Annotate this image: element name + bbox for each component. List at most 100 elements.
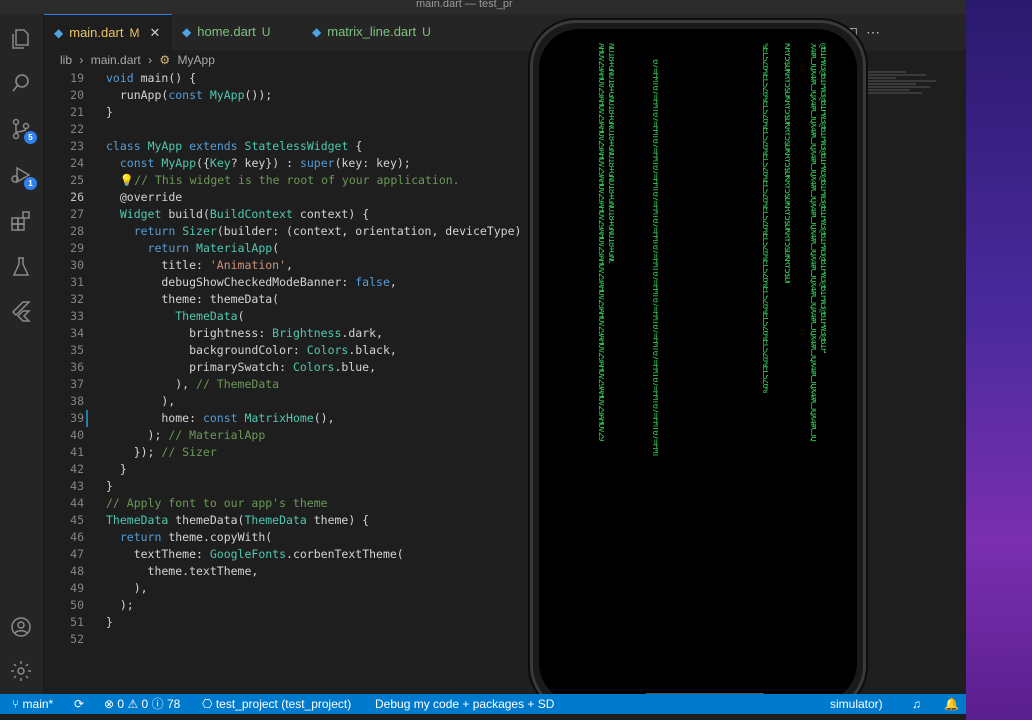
settings-gear-icon[interactable] <box>8 658 34 684</box>
code-line[interactable]: }); // Sizer <box>106 444 535 461</box>
line-number: 31 <box>70 275 84 289</box>
line-number: 19 <box>70 71 84 85</box>
line-number: 52 <box>70 632 84 646</box>
code-area[interactable]: void main() { runApp(const MyApp());} cla… <box>106 70 535 648</box>
minimap[interactable] <box>866 70 956 190</box>
dart-file-icon: ◆ <box>182 25 192 39</box>
line-number: 35 <box>70 343 84 357</box>
notifications-icon[interactable]: 🔔 <box>944 694 959 714</box>
breadcrumb-folder[interactable]: lib <box>60 53 72 67</box>
code-line[interactable]: ), <box>106 580 535 597</box>
code-line[interactable]: textTheme: GoogleFonts.corbenTextTheme( <box>106 546 535 563</box>
breadcrumb-symbol[interactable]: MyApp <box>178 53 215 67</box>
code-line[interactable]: ), <box>106 393 535 410</box>
debug-badge: 1 <box>24 177 37 190</box>
matrix-rain-column: AHOV29AHOV29AHOV29AHOV29AHOV29AHOV29AHOV… <box>597 43 604 441</box>
branch-name: main* <box>22 697 54 711</box>
line-number: 30 <box>70 258 84 272</box>
search-icon[interactable] <box>8 70 34 96</box>
status-bar: ⑂ main* ⟳ ⊗ 0 ⚠ 0 ⓘ 78 ⎔ test_project (t… <box>0 694 966 714</box>
line-number: 48 <box>70 564 84 578</box>
line-number: 24 <box>70 156 84 170</box>
code-line[interactable]: } <box>106 478 535 495</box>
code-line[interactable]: 💡// This widget is the root of your appl… <box>106 172 535 189</box>
line-number: 39 <box>70 411 84 425</box>
more-actions-icon[interactable]: ⋯ <box>866 24 880 41</box>
tab-main-dart[interactable]: ◆ main.dart M ✕ <box>44 14 173 51</box>
branch-indicator[interactable]: ⑂ main* <box>12 694 53 714</box>
flutter-icon[interactable] <box>8 298 34 324</box>
source-control-icon[interactable]: 5 <box>8 116 37 144</box>
code-line[interactable]: } <box>106 104 535 121</box>
extensions-icon[interactable] <box>8 208 34 234</box>
code-line[interactable]: backgroundColor: Colors.black, <box>106 342 535 359</box>
warning-icon: ⚠ <box>127 697 139 711</box>
run-debug-icon[interactable]: 1 <box>8 162 37 190</box>
tab-matrix-line-dart[interactable]: ◆ matrix_line.dart U <box>302 14 443 50</box>
line-number: 49 <box>70 581 84 595</box>
code-line[interactable]: ); <box>106 597 535 614</box>
warning-count: 0 <box>141 697 149 711</box>
debug-mode-indicator[interactable]: Debug my code + packages + SD <box>375 694 554 714</box>
code-line[interactable]: ), // ThemeData <box>106 376 535 393</box>
tab-label: matrix_line.dart <box>327 24 417 39</box>
modified-line-marker <box>86 410 88 427</box>
simulator-screen[interactable]: AHOV29AHOV29AHOV29AHOV29AHOV29AHOV29AHOV… <box>539 29 857 703</box>
code-line[interactable]: const MyApp({Key? key}) : super(key: key… <box>106 155 535 172</box>
close-icon[interactable]: ✕ <box>149 15 160 51</box>
line-number: 20 <box>70 88 84 102</box>
code-line[interactable]: } <box>106 461 535 478</box>
sync-icon[interactable]: ⟳ <box>74 694 84 714</box>
line-number: 41 <box>70 445 84 459</box>
line-number: 43 <box>70 479 84 493</box>
device-indicator[interactable]: simulator) <box>830 694 883 714</box>
files-icon[interactable] <box>8 26 34 52</box>
problems-indicator[interactable]: ⊗ 0 ⚠ 0 ⓘ 78 <box>104 694 180 714</box>
ios-simulator: AHOV29AHOV29AHOV29AHOV29AHOV29AHOV29AHOV… <box>530 20 866 712</box>
line-number: 27 <box>70 207 84 221</box>
code-line[interactable]: // Apply font to our app's theme <box>106 495 535 512</box>
code-line[interactable]: runApp(const MyApp()); <box>106 87 535 104</box>
code-line[interactable]: Widget build(BuildContext context) { <box>106 206 535 223</box>
code-line[interactable]: class MyApp extends StatelessWidget { <box>106 138 535 155</box>
project-indicator[interactable]: ⎔ test_project (test_project) <box>202 694 351 714</box>
line-number: 22 <box>70 122 84 136</box>
window-titlebar: main.dart — test_pr <box>0 0 966 14</box>
code-line[interactable]: home: const MatrixHome(), <box>106 410 535 427</box>
code-line[interactable]: return Sizer(builder: (context, orientat… <box>106 223 536 240</box>
code-line[interactable]: ); // MaterialApp <box>106 427 535 444</box>
line-number: 25 <box>70 173 84 187</box>
code-line[interactable]: primarySwatch: Colors.blue, <box>106 359 535 376</box>
code-line[interactable] <box>106 121 535 138</box>
testing-icon[interactable] <box>8 254 34 280</box>
code-line[interactable]: title: 'Animation', <box>106 257 535 274</box>
line-number: 36 <box>70 360 84 374</box>
project-name: test_project (test_project) <box>215 697 352 711</box>
code-line[interactable]: @override <box>106 189 535 206</box>
code-line[interactable]: return theme.copyWith( <box>106 529 535 546</box>
desktop-background <box>966 0 1032 720</box>
code-line[interactable]: return MaterialApp( <box>106 240 535 257</box>
breadcrumb-file[interactable]: main.dart <box>91 53 141 67</box>
code-line[interactable]: } <box>106 614 535 631</box>
code-line[interactable]: theme: themeData( <box>106 291 535 308</box>
line-number: 32 <box>70 292 84 306</box>
line-number: 38 <box>70 394 84 408</box>
code-line[interactable]: theme.textTheme, <box>106 563 535 580</box>
code-line[interactable]: void main() { <box>106 70 535 87</box>
tab-status: U <box>261 25 271 39</box>
code-line[interactable]: brightness: Brightness.dark, <box>106 325 535 342</box>
code-line[interactable]: ThemeData( <box>106 308 535 325</box>
code-line[interactable]: ThemeData themeData(ThemeData theme) { <box>106 512 535 529</box>
account-icon[interactable] <box>8 614 34 640</box>
tab-status: U <box>422 25 431 39</box>
feedback-icon[interactable]: ♫ <box>912 694 921 714</box>
tab-home-dart[interactable]: ◆ home.dart U <box>172 14 282 50</box>
line-number: 34 <box>70 326 84 340</box>
code-line[interactable] <box>106 631 535 648</box>
matrix-rain-column: X4#CJQX4#CJQX4#CJQX4#CJQX4#CJQX4#CJQX4#C… <box>809 43 816 441</box>
project-icon: ⎔ <box>202 697 213 711</box>
branch-icon: ⑂ <box>12 697 20 711</box>
window-title: main.dart — test_pr <box>416 0 513 10</box>
code-line[interactable]: debugShowCheckedModeBanner: false, <box>106 274 535 291</box>
